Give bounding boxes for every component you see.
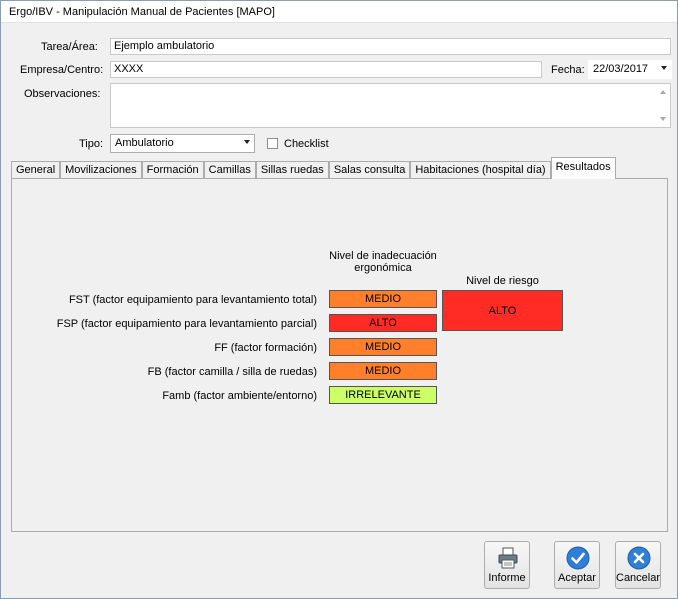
tab-sillas-ruedas[interactable]: Sillas ruedas xyxy=(255,161,329,179)
tab-movilizaciones[interactable]: Movilizaciones xyxy=(60,161,142,179)
observaciones-scrollbar[interactable] xyxy=(656,84,670,127)
col-header-riesgo: Nivel de riesgo xyxy=(466,275,539,287)
col-header-inadecuacion: Nivel de inadecuación ergonómica xyxy=(329,250,437,274)
result-cell-ff: MEDIO xyxy=(329,338,437,356)
result-cell-fst: MEDIO xyxy=(329,290,437,308)
scroll-down-icon[interactable] xyxy=(660,117,666,121)
cancelar-label: Cancelar xyxy=(616,572,661,584)
scroll-up-icon[interactable] xyxy=(660,90,666,94)
tab-salas-consulta[interactable]: Salas consulta xyxy=(328,161,411,179)
result-cell-fb: MEDIO xyxy=(329,362,437,380)
fecha-value: 22/03/2017 xyxy=(593,63,649,75)
tab-general[interactable]: General xyxy=(11,161,61,179)
observaciones-label: Observaciones: xyxy=(24,88,101,100)
printer-icon xyxy=(496,546,520,570)
chevron-down-icon xyxy=(244,140,250,144)
tarea-input[interactable]: Ejemplo ambulatorio xyxy=(110,38,671,55)
result-cell-famb: IRRELEVANTE xyxy=(329,386,437,404)
app-window: Ergo/IBV - Manipulación Manual de Pacien… xyxy=(0,0,678,599)
cancelar-button[interactable]: Cancelar xyxy=(615,541,661,589)
informe-label: Informe xyxy=(488,572,526,584)
result-cell-fsp: ALTO xyxy=(329,314,437,332)
fecha-picker[interactable]: 22/03/2017 xyxy=(588,60,672,79)
checkmark-icon xyxy=(566,546,590,570)
informe-button[interactable]: Informe xyxy=(484,541,530,589)
tipo-value: Ambulatorio xyxy=(115,137,174,149)
tarea-label: Tarea/Área: xyxy=(41,41,98,53)
window-title: Ergo/IBV - Manipulación Manual de Pacien… xyxy=(9,6,275,18)
tab-formacion[interactable]: Formación xyxy=(141,161,204,179)
observaciones-textarea[interactable] xyxy=(110,83,671,128)
tab-habitaciones[interactable]: Habitaciones (hospital día) xyxy=(410,161,551,179)
resultados-panel: Nivel de inadecuación ergonómica Nivel d… xyxy=(11,178,668,532)
tipo-select[interactable]: Ambulatorio xyxy=(110,134,255,153)
tab-resultados[interactable]: Resultados xyxy=(550,157,616,179)
empresa-input[interactable]: XXXX xyxy=(110,61,542,78)
empresa-label: Empresa/Centro: xyxy=(20,64,104,76)
tab-bar: General Movilizaciones Formación Camilla… xyxy=(11,157,616,179)
aceptar-button[interactable]: Aceptar xyxy=(554,541,600,589)
fecha-label: Fecha: xyxy=(551,64,585,76)
row-label-fst: FST (factor equipamiento para levantamie… xyxy=(68,294,317,306)
row-label-ff: FF (factor formación) xyxy=(214,342,317,354)
tipo-label: Tipo: xyxy=(79,138,104,150)
title-bar: Ergo/IBV - Manipulación Manual de Pacien… xyxy=(1,1,677,23)
row-label-fb: FB (factor camilla / silla de ruedas) xyxy=(147,366,317,378)
checklist-checkbox[interactable] xyxy=(267,138,278,149)
risk-level-box: ALTO xyxy=(442,290,563,331)
aceptar-label: Aceptar xyxy=(558,572,596,584)
chevron-down-icon[interactable] xyxy=(661,66,667,70)
row-label-famb: Famb (factor ambiente/entorno) xyxy=(162,390,317,402)
checklist-label[interactable]: Checklist xyxy=(284,138,329,150)
close-icon xyxy=(627,546,651,570)
tab-camillas[interactable]: Camillas xyxy=(203,161,256,179)
row-label-fsp: FSP (factor equipamiento para levantamie… xyxy=(56,318,317,330)
